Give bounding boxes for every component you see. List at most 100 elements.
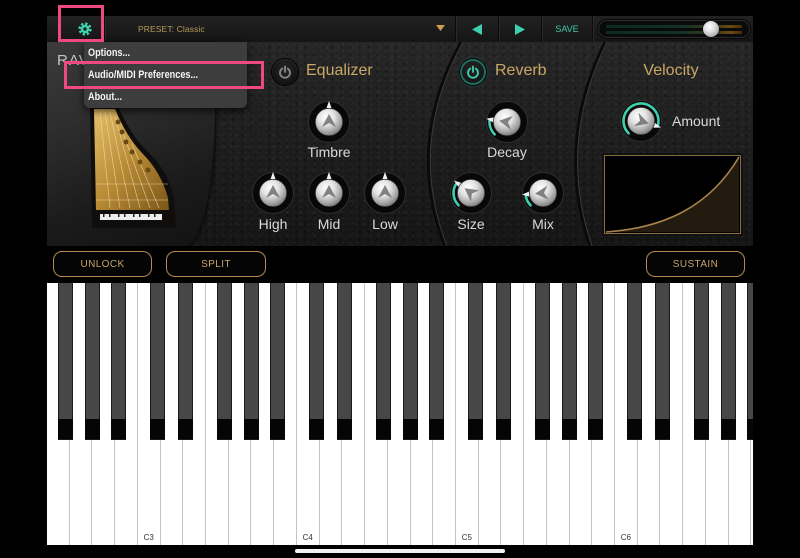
decay-knob[interactable] xyxy=(485,100,529,144)
volume-slider-cell xyxy=(592,16,753,42)
velocity-title: Velocity xyxy=(643,62,699,79)
unlock-button[interactable]: UNLOCK xyxy=(53,251,152,277)
black-key-tip xyxy=(535,419,551,439)
triangle-left-icon xyxy=(472,23,482,35)
black-key-tip xyxy=(217,419,233,439)
black-key-tip xyxy=(58,419,74,439)
level-meter-right xyxy=(606,31,742,34)
black-key-D#5[interactable] xyxy=(495,283,511,440)
triangle-right-icon xyxy=(515,23,525,35)
knob-graphic xyxy=(252,172,294,214)
volume-slider-handle[interactable] xyxy=(702,21,719,37)
power-icon xyxy=(467,65,479,79)
equalizer-title: Equalizer xyxy=(306,62,373,79)
octave-label: C3 xyxy=(143,533,154,542)
black-key-F#3[interactable] xyxy=(217,283,233,440)
mix-knob[interactable] xyxy=(521,171,565,215)
black-key-C#3[interactable] xyxy=(150,283,166,440)
settings-button[interactable] xyxy=(47,16,104,42)
preset-label: PRESET: Classic xyxy=(138,24,205,34)
black-key-G#6[interactable] xyxy=(721,283,737,440)
black-key-A#2[interactable] xyxy=(110,283,126,440)
black-key-F#2[interactable] xyxy=(58,283,74,440)
settings-menu: Options... Audio/MIDI Preferences... Abo… xyxy=(84,42,247,108)
mix-label: Mix xyxy=(532,216,554,232)
piano-keyboard: C3 C4 C5 C6 xyxy=(47,283,753,545)
low-knob[interactable] xyxy=(363,171,407,215)
black-key-G#3[interactable] xyxy=(243,283,259,440)
low-label: Low xyxy=(372,216,398,232)
split-button[interactable]: SPLIT xyxy=(166,251,266,277)
save-button[interactable]: SAVE xyxy=(541,16,592,42)
octave-label: C4 xyxy=(302,533,313,542)
reverb-title: Reverb xyxy=(495,62,547,79)
black-key-D#4[interactable] xyxy=(336,283,352,440)
black-key-tip xyxy=(177,419,193,439)
equalizer-power-button[interactable] xyxy=(272,59,298,85)
black-key-tip xyxy=(694,419,710,439)
menu-item-label: Audio/MIDI Preferences... xyxy=(88,69,199,81)
power-icon xyxy=(279,65,291,79)
black-key-tip xyxy=(654,419,670,439)
size-knob[interactable] xyxy=(449,171,493,215)
black-key-F#4[interactable] xyxy=(376,283,392,440)
black-key-G#2[interactable] xyxy=(84,283,100,440)
velocity-amount-label: Amount xyxy=(672,113,721,129)
black-key-A#5[interactable] xyxy=(587,283,603,440)
mid-knob[interactable] xyxy=(307,171,351,215)
black-key-tip xyxy=(309,419,325,439)
knob-graphic xyxy=(522,172,564,214)
home-indicator[interactable] xyxy=(295,549,505,553)
black-key-G#4[interactable] xyxy=(403,283,419,440)
black-key-D#6[interactable] xyxy=(654,283,670,440)
preset-dropdown[interactable]: PRESET: Classic xyxy=(104,16,455,42)
velocity-curve-display[interactable] xyxy=(604,155,741,234)
high-label: High xyxy=(258,216,288,232)
octave-label: C6 xyxy=(620,533,631,542)
timbre-knob[interactable] xyxy=(307,100,351,144)
black-key-tip xyxy=(495,419,511,439)
menu-item-label: About... xyxy=(88,91,122,103)
velocity-curve xyxy=(605,156,740,233)
menu-item-label: Options... xyxy=(88,47,131,59)
black-key-tip xyxy=(562,419,578,439)
black-key-tip xyxy=(84,419,100,439)
menu-item-about[interactable]: About... xyxy=(84,86,247,108)
gear-icon xyxy=(78,22,92,36)
octave-label: C5 xyxy=(461,533,472,542)
black-key-F#6[interactable] xyxy=(694,283,710,440)
black-key-C#6[interactable] xyxy=(627,283,643,440)
black-key-tip xyxy=(468,419,484,439)
black-key-D#3[interactable] xyxy=(177,283,193,440)
black-key-tip xyxy=(746,419,753,439)
black-key-tip xyxy=(336,419,352,439)
previous-preset-button[interactable] xyxy=(455,16,498,42)
black-key-G#5[interactable] xyxy=(562,283,578,440)
black-key-tip xyxy=(376,419,392,439)
black-key-A#3[interactable] xyxy=(269,283,285,440)
knob-graphic xyxy=(450,172,492,214)
black-key-tip xyxy=(269,419,285,439)
black-key-tip xyxy=(627,419,643,439)
mid-label: Mid xyxy=(317,216,341,232)
velocity-amount-knob[interactable] xyxy=(619,99,663,143)
menu-item-options[interactable]: Options... xyxy=(84,42,247,64)
black-key-C#5[interactable] xyxy=(468,283,484,440)
knob-graphic xyxy=(486,101,528,143)
level-meter-left xyxy=(606,25,742,28)
next-preset-button[interactable] xyxy=(498,16,541,42)
black-key-C#4[interactable] xyxy=(309,283,325,440)
high-knob[interactable] xyxy=(251,171,295,215)
decay-label: Decay xyxy=(487,144,527,160)
menu-item-audio-midi-preferences[interactable]: Audio/MIDI Preferences... xyxy=(84,64,247,86)
black-key-tip xyxy=(150,419,166,439)
sustain-button[interactable]: SUSTAIN xyxy=(646,251,745,277)
black-key-A#6[interactable] xyxy=(746,283,753,440)
timbre-label: Timbre xyxy=(307,144,351,160)
volume-slider[interactable] xyxy=(598,20,750,38)
knob-graphic xyxy=(308,101,350,143)
black-key-F#5[interactable] xyxy=(535,283,551,440)
black-key-A#4[interactable] xyxy=(428,283,444,440)
knob-graphic xyxy=(364,172,406,214)
reverb-power-button[interactable] xyxy=(460,59,486,85)
